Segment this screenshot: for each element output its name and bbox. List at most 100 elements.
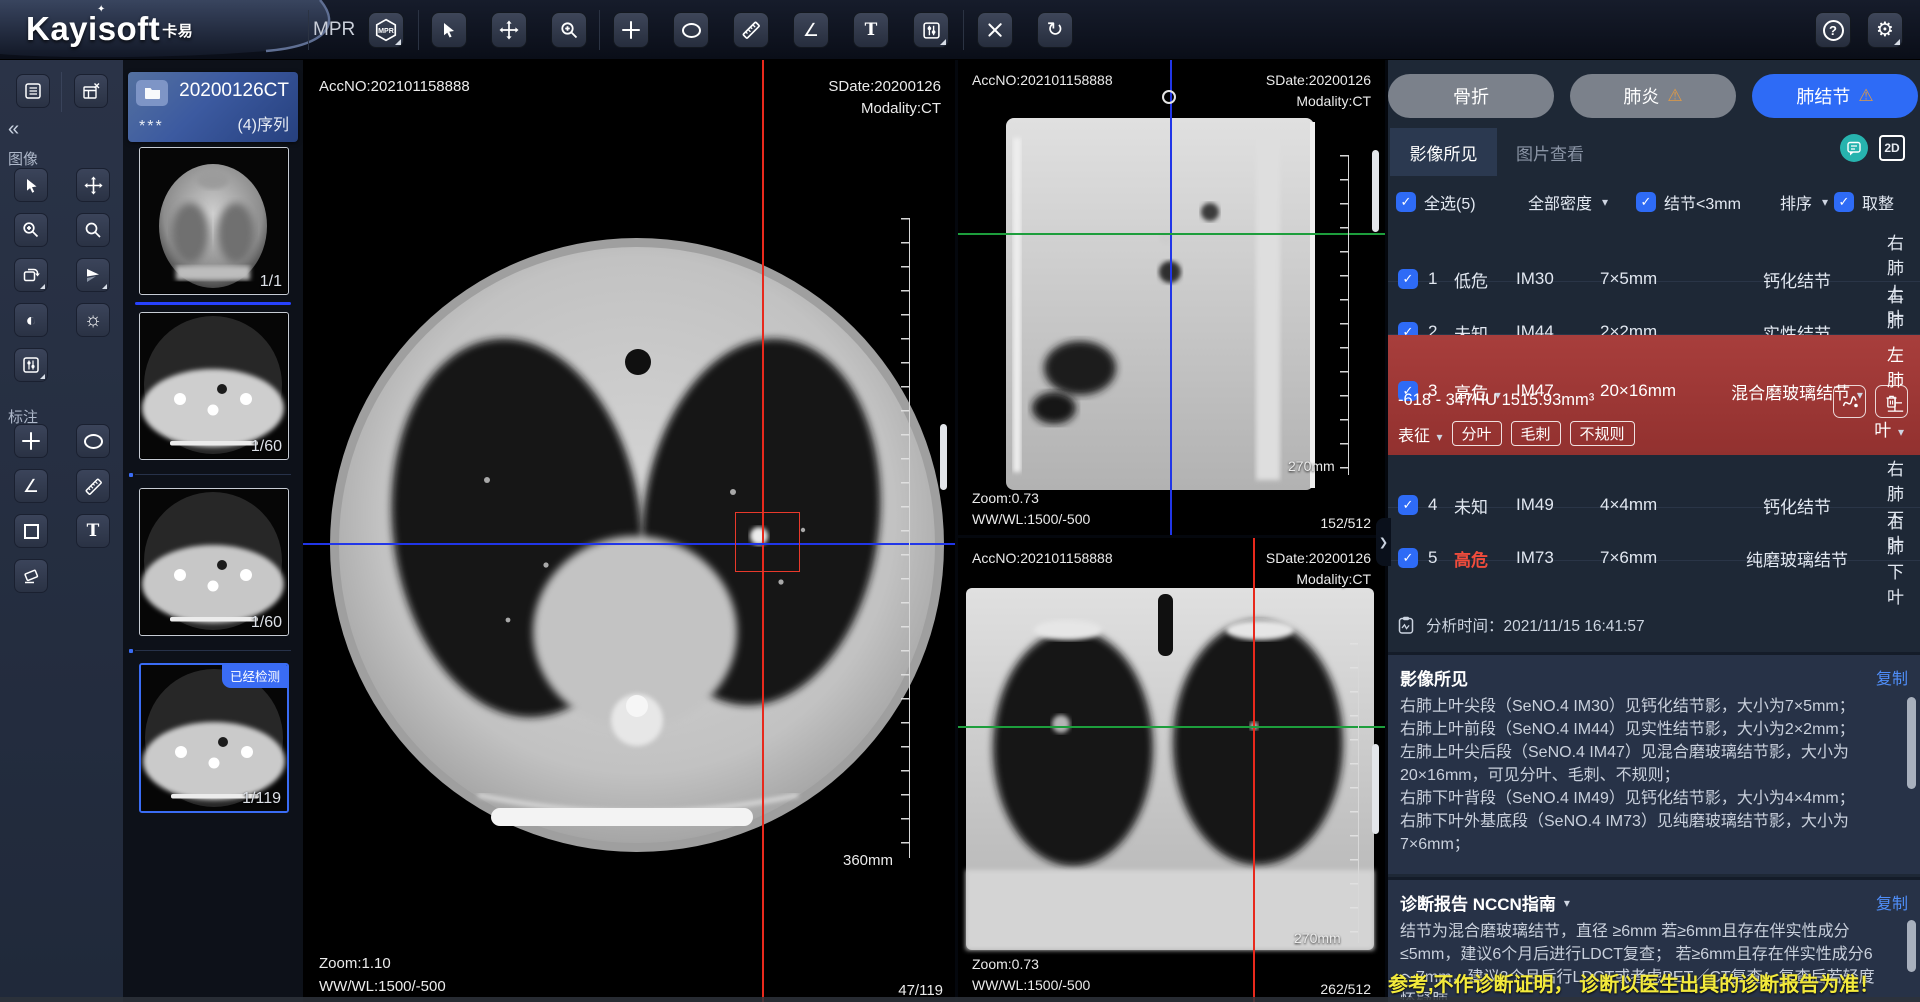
coronal-scrollbar[interactable]: [1372, 744, 1379, 834]
axial-viewport[interactable]: 360mm AccNO:202101158888 SDate:20200126 …: [303, 60, 955, 1002]
sidebar-brightness-button[interactable]: ☼: [76, 303, 110, 337]
nodule-row-3[interactable]: ✓ 3 高危 ▾ IM47 20×16mm 混合磨玻璃结节 ▾ 左肺上叶 ▾: [1388, 335, 1920, 381]
trash-icon: [1883, 393, 1900, 410]
ellipse-tool-button[interactable]: [673, 12, 709, 48]
annotate-rectangle-button[interactable]: [14, 514, 48, 548]
open-folder-button[interactable]: [136, 80, 168, 106]
nodule-number: 4: [1428, 495, 1454, 515]
left-tool-sidebar: « 图像 ◐ ☼: [0, 60, 123, 1002]
delete-annotation-button[interactable]: [977, 12, 1013, 48]
findings-copy-link[interactable]: 复制: [1876, 665, 1908, 689]
series-thumbnail-axial[interactable]: 1/60: [139, 488, 289, 636]
series-thumbnail-selected[interactable]: 已经检测 1/119: [139, 663, 289, 813]
nodule-row-3-expanded[interactable]: ✓ 3 高危 ▾ IM47 20×16mm 混合磨玻璃结节 ▾ 左肺上叶 ▾ -…: [1388, 335, 1920, 455]
folder-icon: [144, 86, 161, 100]
axial-scrollbar[interactable]: [940, 424, 947, 490]
nodule-risk: 未知: [1454, 493, 1516, 518]
nodule-row-1[interactable]: ✓ 1 低危 IM30 7×5mm 钙化结节 右肺上叶: [1388, 229, 1920, 282]
right-panel-collapse-handle[interactable]: ❯: [1376, 518, 1391, 566]
annotate-angle-button[interactable]: ∠: [14, 469, 48, 503]
ellipse-icon: [84, 434, 103, 449]
annotate-ruler-button[interactable]: [76, 469, 110, 503]
findings-scrollbar[interactable]: [1907, 697, 1916, 789]
nodule-size: 7×6mm: [1600, 548, 1722, 568]
report-bubble-button[interactable]: [1840, 134, 1868, 162]
text-tool-button[interactable]: T: [853, 12, 889, 48]
annotate-ellipse-button[interactable]: [76, 424, 110, 458]
settings-button[interactable]: ⚙: [1867, 12, 1903, 48]
feature-tag[interactable]: 分叶: [1452, 421, 1502, 446]
filter-select-all[interactable]: ✓ 全选(5): [1396, 190, 1476, 214]
help-icon: ?: [1823, 20, 1844, 41]
tab-image-view[interactable]: 图片查看: [1516, 128, 1584, 176]
sidebar-window-level-button[interactable]: [14, 348, 48, 382]
brightness-icon: ☼: [84, 310, 102, 330]
axial-study-date: SDate:20200126: [828, 78, 941, 95]
report-scrollbar[interactable]: [1907, 920, 1916, 972]
sidebar-zoom-in-button[interactable]: [14, 213, 48, 247]
checkbox-checked-icon[interactable]: ✓: [1834, 192, 1854, 212]
top-toolbar: Kayisoft卡易 ✦ MPR MPR ∠ T: [0, 0, 1920, 60]
reset-rotate-button[interactable]: ↻: [1037, 12, 1073, 48]
tab-fracture[interactable]: 骨折: [1388, 74, 1554, 118]
angle-tool-button[interactable]: ∠: [793, 12, 829, 48]
annotate-eraser-button[interactable]: [14, 559, 48, 593]
annotate-crosshair-button[interactable]: [14, 424, 48, 458]
nodule-size: 20×16mm: [1600, 381, 1722, 401]
nodule-type: 钙化结节: [1722, 493, 1872, 518]
series-thumbnail-scout[interactable]: 1/1: [139, 147, 289, 295]
filter-round[interactable]: ✓ 取整: [1834, 190, 1894, 214]
sidebar-pan-button[interactable]: [76, 168, 110, 202]
coronal-viewport[interactable]: 270mm AccNO:202101158888 SDate:20200126 …: [958, 538, 1385, 1002]
close-series-button[interactable]: [74, 74, 108, 108]
report-copy-link[interactable]: 复制: [1876, 890, 1908, 914]
delete-nodule-button[interactable]: [1875, 385, 1908, 418]
checkbox-checked-icon[interactable]: ✓: [1398, 548, 1418, 568]
pointer-tool-button[interactable]: [431, 12, 467, 48]
feature-tag[interactable]: 不规则: [1570, 421, 1635, 446]
series-list-button[interactable]: [16, 74, 50, 108]
sidebar-pointer-button[interactable]: [14, 168, 48, 202]
filter-sort-dropdown[interactable]: 排序 ▾: [1780, 190, 1828, 214]
sagittal-scrollbar[interactable]: [1372, 150, 1379, 232]
sagittal-scale-label: 270mm: [1288, 458, 1335, 474]
crosshair-tool-button[interactable]: [613, 12, 649, 48]
annotate-text-button[interactable]: T: [76, 514, 110, 548]
mpr-tool-button[interactable]: MPR: [368, 12, 404, 48]
feature-tag[interactable]: 毛刺: [1511, 421, 1561, 446]
follow-up-compare-button[interactable]: [1833, 385, 1866, 418]
sagittal-viewport[interactable]: 270mm AccNO:202101158888 SDate:20200126 …: [958, 60, 1385, 535]
nodule-roi-box[interactable]: [735, 512, 800, 572]
help-button[interactable]: ?: [1815, 12, 1851, 48]
nodule-row-4[interactable]: ✓ 4 未知 IM49 4×4mm 钙化结节 右肺下叶: [1388, 455, 1920, 508]
filter-density-dropdown[interactable]: 全部密度 ▾: [1528, 190, 1608, 214]
nodule-image-no: IM30: [1516, 269, 1600, 289]
tab-imaging-findings[interactable]: 影像所见: [1390, 128, 1497, 176]
filter-small-nodule[interactable]: ✓ 结节<3mm: [1636, 190, 1741, 214]
sidebar-rotate-button[interactable]: [14, 258, 48, 292]
nodule-size: 7×5mm: [1600, 269, 1722, 289]
study-header[interactable]: 20200126CT *** (4)序列: [128, 72, 298, 142]
sidebar-flip-button[interactable]: [76, 258, 110, 292]
zoom-in-icon: [22, 221, 40, 239]
pan-tool-button[interactable]: [491, 12, 527, 48]
features-dropdown[interactable]: 表征 ▾: [1398, 422, 1443, 446]
collapse-sidebar-chevron[interactable]: «: [8, 118, 19, 141]
checkbox-checked-icon[interactable]: ✓: [1398, 269, 1418, 289]
crosshair-icon: [22, 432, 40, 450]
tab-pneumonia[interactable]: 肺炎⚠: [1570, 74, 1736, 118]
checkbox-checked-icon[interactable]: ✓: [1396, 192, 1416, 212]
2d-edit-button[interactable]: 2D: [1879, 135, 1905, 161]
zoom-in-tool-button[interactable]: [551, 12, 587, 48]
ruler-tool-button[interactable]: [733, 12, 769, 48]
tab-lung-nodule[interactable]: 肺结节⚠: [1752, 74, 1918, 118]
coronal-window-level: WW/WL:1500/-500: [972, 977, 1090, 993]
sidebar-magnify-button[interactable]: [76, 213, 110, 247]
checkbox-checked-icon[interactable]: ✓: [1398, 495, 1418, 515]
series-thumbnail-axial[interactable]: 1/60: [139, 312, 289, 460]
checkbox-checked-icon[interactable]: ✓: [1636, 192, 1656, 212]
chevron-down-icon[interactable]: ▾: [1564, 896, 1570, 910]
window-level-tool-button[interactable]: [913, 12, 949, 48]
report-title: 诊断报告 NCCN指南: [1400, 890, 1556, 915]
sidebar-invert-button[interactable]: ◐: [14, 303, 48, 337]
